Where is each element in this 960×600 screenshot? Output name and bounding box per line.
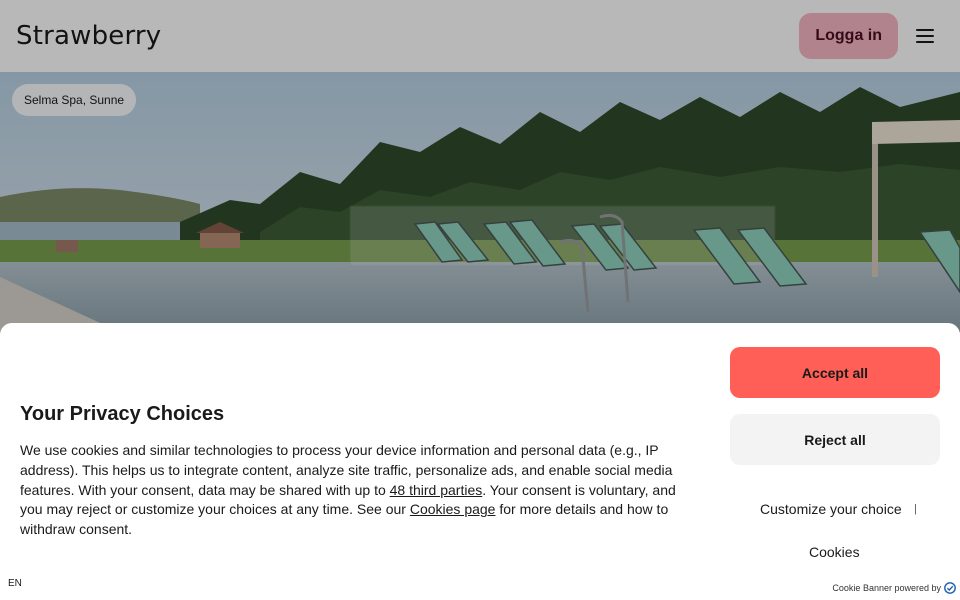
third-parties-link[interactable]: 48 third parties [390,482,483,498]
banner-title: Your Privacy Choices [20,403,225,425]
verified-shield-icon [944,582,956,594]
banner-description: We use cookies and similar technologies … [20,441,700,540]
link-separator: | [914,503,917,515]
powered-by-text: Cookie Banner powered by [832,583,941,593]
customize-choice-link[interactable]: Customize your choice [760,501,902,517]
powered-by[interactable]: Cookie Banner powered by [832,582,956,594]
language-selector[interactable]: EN [8,578,22,589]
reject-all-button[interactable]: Reject all [730,414,940,465]
cookies-page-link[interactable]: Cookies page [410,501,496,517]
cookie-consent-banner: Your Privacy Choices We use cookies and … [0,323,960,600]
accept-all-button[interactable]: Accept all [730,347,940,398]
cookies-link[interactable]: Cookies [809,544,860,560]
